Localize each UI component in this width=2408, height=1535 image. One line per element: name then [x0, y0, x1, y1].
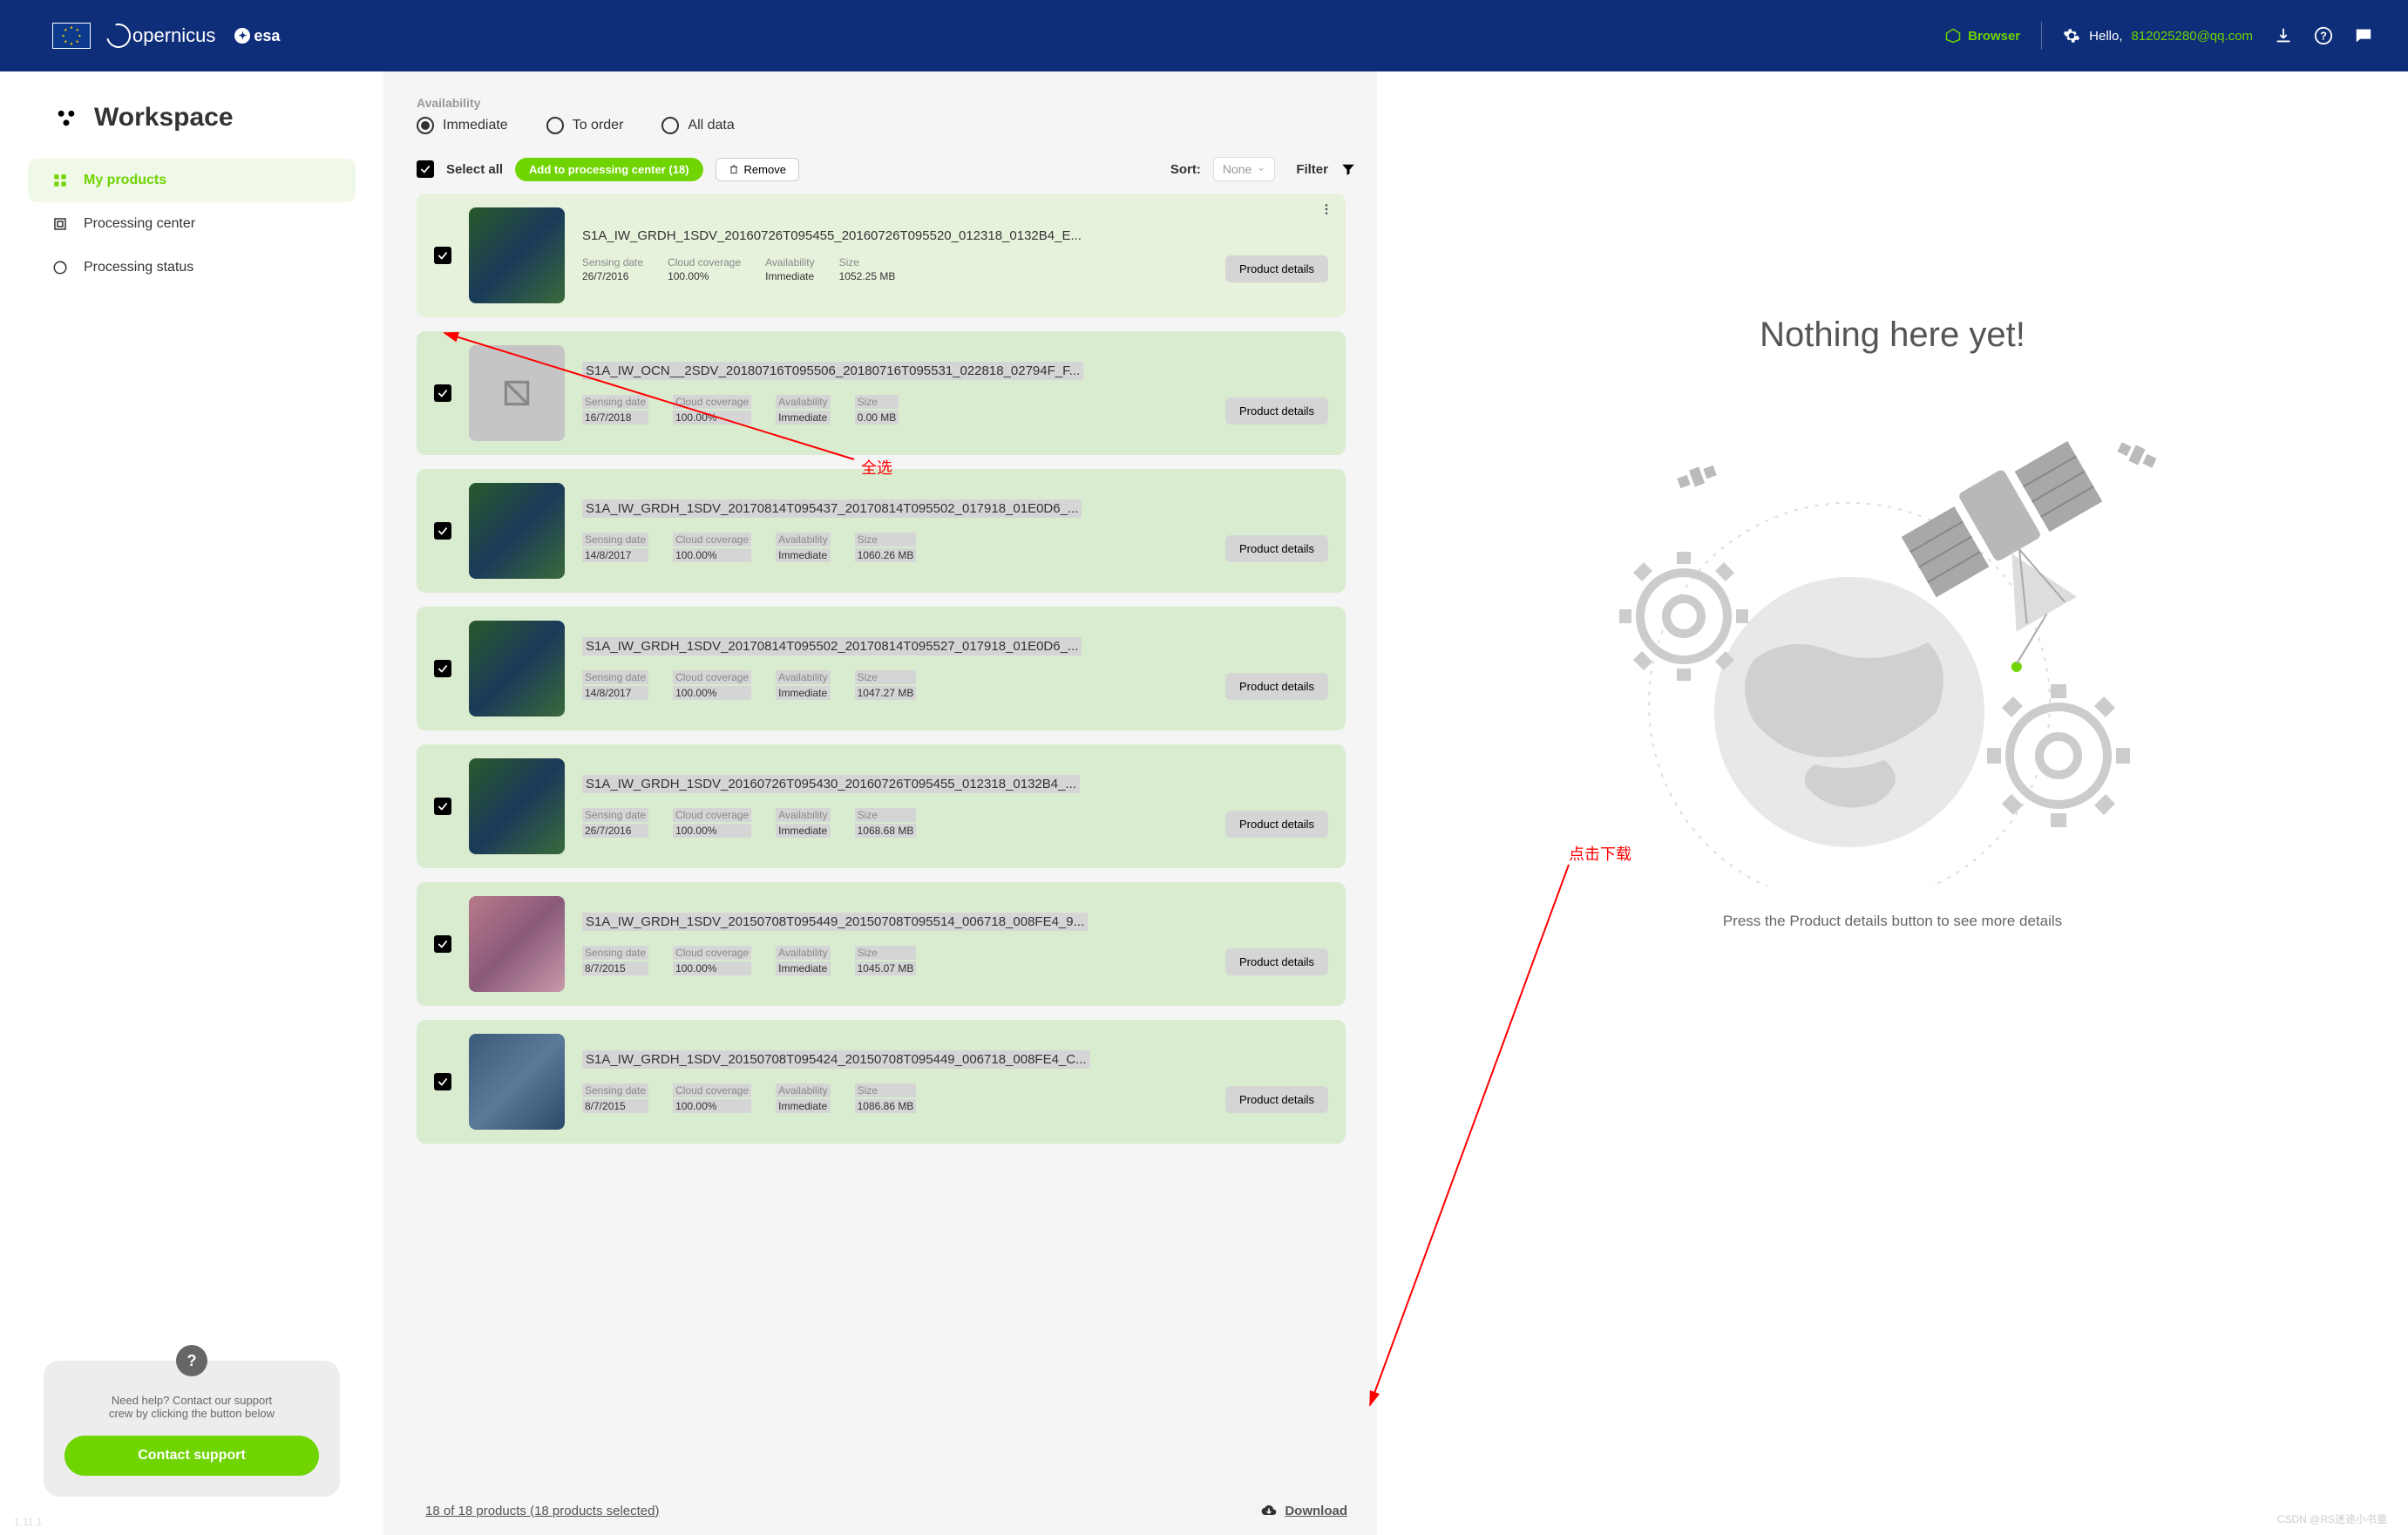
- nav-icon: [52, 173, 68, 188]
- filter-icon[interactable]: [1340, 161, 1356, 177]
- detail-panel: Nothing here yet!: [1377, 71, 2408, 1535]
- support-text: crew by clicking the button below: [64, 1407, 319, 1420]
- add-to-processing-button[interactable]: Add to processing center (18): [515, 158, 702, 181]
- satellite-illustration: [1597, 398, 2189, 886]
- product-details-button[interactable]: Product details: [1225, 255, 1328, 282]
- list-footer: 18 of 18 products (18 products selected)…: [417, 1488, 1356, 1535]
- download-icon[interactable]: [2274, 26, 2293, 45]
- radio-label: All data: [688, 118, 734, 133]
- product-thumbnail: [469, 345, 565, 441]
- product-row: S1A_IW_GRDH_1SDV_20150708T095424_2015070…: [417, 1020, 1346, 1144]
- product-thumbnail: [469, 621, 565, 717]
- product-checkbox[interactable]: [434, 660, 451, 677]
- product-details-button[interactable]: Product details: [1225, 948, 1328, 975]
- gear-icon: [2063, 27, 2080, 44]
- product-thumbnail: [469, 483, 565, 579]
- workspace-title: Workspace: [0, 71, 383, 159]
- product-row: S1A_IW_GRDH_1SDV_20160726T095455_2016072…: [417, 194, 1346, 317]
- filter-label: Filter: [1296, 162, 1328, 177]
- version-label: 1.11.1: [14, 1516, 42, 1528]
- product-details-button[interactable]: Product details: [1225, 535, 1328, 562]
- watermark: CSDN @RS迷途小书童: [2277, 1511, 2387, 1526]
- product-row: S1A_IW_GRDH_1SDV_20160726T095430_2016072…: [417, 744, 1346, 868]
- svg-text:?: ?: [2320, 30, 2327, 43]
- product-title: S1A_IW_GRDH_1SDV_20160726T095430_2016072…: [582, 775, 1080, 793]
- product-row: S1A_IW_OCN__2SDV_20180716T095506_2018071…: [417, 331, 1346, 455]
- product-title: S1A_IW_GRDH_1SDV_20170814T095502_2017081…: [582, 637, 1082, 655]
- hello-text: Hello,: [2089, 29, 2122, 44]
- sidebar-item-processing-status[interactable]: Processing status: [28, 246, 356, 289]
- sidebar: Workspace My products Processing center Pr…: [0, 71, 383, 1535]
- logo-copernicus: opernicus: [106, 24, 215, 48]
- sort-label: Sort:: [1170, 162, 1201, 177]
- help-icon[interactable]: ?: [2314, 26, 2333, 45]
- radio-label: Immediate: [443, 118, 508, 133]
- nav-icon: [52, 260, 68, 275]
- nav-label: Processing center: [84, 216, 195, 232]
- product-title: S1A_IW_GRDH_1SDV_20160726T095455_2016072…: [582, 228, 1328, 243]
- product-list: S1A_IW_GRDH_1SDV_20160726T095455_2016072…: [417, 194, 1356, 1488]
- product-checkbox[interactable]: [434, 935, 451, 953]
- product-checkbox[interactable]: [434, 522, 451, 540]
- product-thumbnail: [469, 758, 565, 854]
- support-text: Need help? Contact our support: [64, 1394, 319, 1407]
- download-button[interactable]: Download: [1260, 1502, 1347, 1519]
- help-badge-icon: ?: [176, 1345, 207, 1376]
- sort-select[interactable]: None: [1213, 157, 1275, 181]
- logo-eu: [52, 23, 91, 49]
- cloud-download-icon: [1260, 1502, 1278, 1519]
- product-thumbnail: [469, 207, 565, 303]
- availability-radio-immediate[interactable]: Immediate: [417, 117, 508, 134]
- empty-hint: Press the Product details button to see …: [1723, 913, 2062, 930]
- product-checkbox[interactable]: [434, 1073, 451, 1090]
- availability-radio-to-order[interactable]: To order: [546, 117, 624, 134]
- product-thumbnail: [469, 896, 565, 992]
- select-all-checkbox[interactable]: [417, 160, 434, 178]
- product-thumbnail: [469, 1034, 565, 1130]
- contact-support-button[interactable]: Contact support: [64, 1436, 319, 1476]
- product-row: S1A_IW_GRDH_1SDV_20150708T095449_2015070…: [417, 882, 1346, 1006]
- user-greeting[interactable]: Hello, 812025280@qq.com: [2063, 27, 2253, 44]
- user-email: 812025280@qq.com: [2132, 29, 2254, 44]
- select-all-label: Select all: [446, 162, 503, 177]
- availability-label: Availability: [417, 96, 1356, 110]
- product-count: 18 of 18 products (18 products selected): [425, 1504, 660, 1518]
- empty-title: Nothing here yet!: [1760, 316, 2025, 355]
- product-title: S1A_IW_GRDH_1SDV_20170814T095437_2017081…: [582, 499, 1082, 518]
- support-box: ? Need help? Contact our support crew by…: [44, 1361, 340, 1497]
- product-row: S1A_IW_GRDH_1SDV_20170814T095437_2017081…: [417, 469, 1346, 593]
- product-details-button[interactable]: Product details: [1225, 673, 1328, 700]
- product-details-button[interactable]: Product details: [1225, 1086, 1328, 1113]
- nav-label: My products: [84, 173, 166, 188]
- product-details-button[interactable]: Product details: [1225, 811, 1328, 838]
- availability-radio-all-data[interactable]: All data: [661, 117, 734, 134]
- product-checkbox[interactable]: [434, 384, 451, 402]
- radio-label: To order: [573, 118, 624, 133]
- chevron-down-icon: [1257, 165, 1265, 173]
- browser-button[interactable]: Browser: [1945, 28, 2020, 44]
- product-checkbox[interactable]: [434, 247, 451, 264]
- logo-esa: ✦esa: [234, 27, 280, 45]
- trash-icon: [729, 164, 739, 174]
- more-icon[interactable]: [1319, 202, 1333, 216]
- nav-icon: [52, 216, 68, 232]
- product-title: S1A_IW_OCN__2SDV_20180716T095506_2018071…: [582, 362, 1083, 380]
- product-row: S1A_IW_GRDH_1SDV_20170814T095502_2017081…: [417, 607, 1346, 730]
- product-checkbox[interactable]: [434, 798, 451, 815]
- remove-button[interactable]: Remove: [716, 158, 799, 181]
- nav-label: Processing status: [84, 260, 193, 275]
- sidebar-item-processing-center[interactable]: Processing center: [28, 202, 356, 246]
- center-column: Availability Immediate To order All data S…: [383, 71, 1377, 1535]
- annotation-arrow: [1360, 856, 1586, 1423]
- product-title: S1A_IW_GRDH_1SDV_20150708T095449_2015070…: [582, 913, 1088, 931]
- product-details-button[interactable]: Product details: [1225, 397, 1328, 425]
- app-header: opernicus ✦esa Browser Hello, 812025280@…: [0, 0, 2408, 71]
- sidebar-item-my-products[interactable]: My products: [28, 159, 356, 202]
- product-title: S1A_IW_GRDH_1SDV_20150708T095424_2015070…: [582, 1050, 1090, 1069]
- toolbar: Select all Add to processing center (18)…: [417, 157, 1356, 181]
- feedback-icon[interactable]: [2354, 26, 2373, 45]
